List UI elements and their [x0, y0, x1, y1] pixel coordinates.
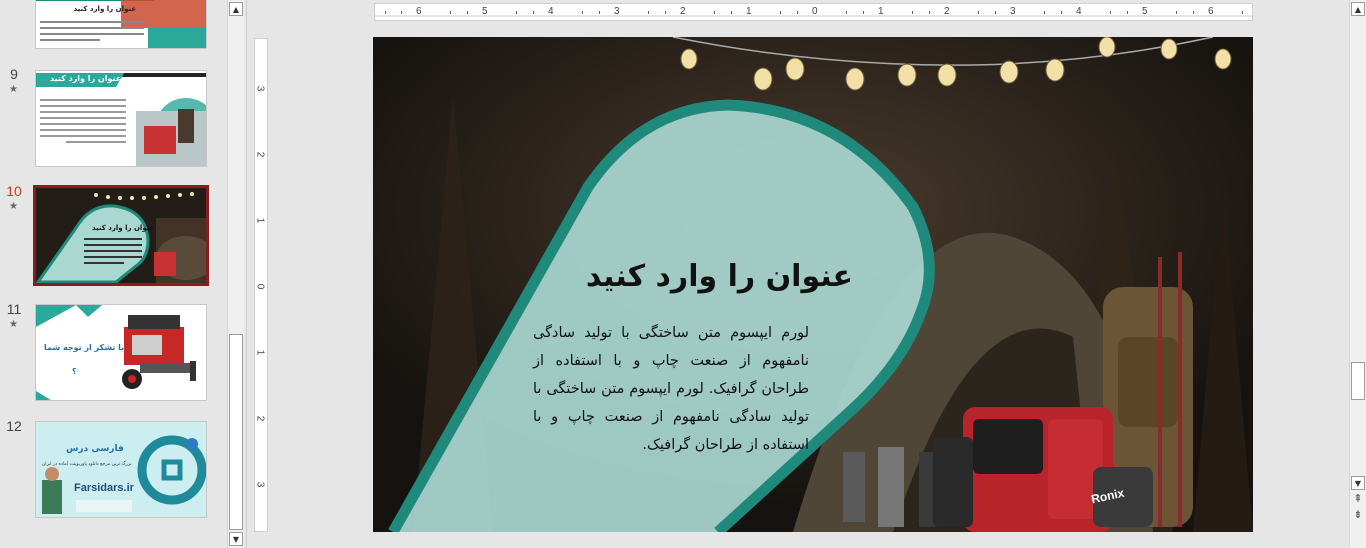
slide-number: 11 [6, 301, 22, 317]
scroll-up-icon: ▲ [232, 4, 240, 14]
scroll-up-icon: ▲ [1354, 4, 1362, 14]
ruler-label: 6 [416, 6, 422, 17]
ruler-label: 4 [1076, 6, 1082, 17]
thumbnail-9-graphic [36, 71, 206, 166]
slide-thumbnail-pane: عنوان را وارد کنید 9 ★ عنوان را وارد کنی… [0, 0, 227, 548]
thumbnail-scrollbar[interactable]: ▲ ▼ [227, 0, 244, 548]
ruler-label: 3 [254, 85, 266, 92]
thumbnail-12-graphic [36, 422, 206, 517]
editor-scrollbar-handle[interactable] [1351, 362, 1365, 400]
editor-scroll-down-button[interactable]: ▼ [1351, 476, 1365, 490]
current-slide[interactable]: Ronix عنوان را وارد کنید لورم ایپسوم متن… [373, 37, 1253, 532]
slide-number: 10 [6, 183, 22, 199]
scroll-down-icon: ▼ [232, 534, 240, 544]
animation-star-icon: ★ [9, 84, 18, 95]
ruler-label: 5 [1142, 6, 1148, 17]
editor-scroll-up-button[interactable]: ▲ [1351, 2, 1365, 16]
slide-thumbnail-8[interactable]: عنوان را وارد کنید [35, 0, 207, 49]
ruler-label: 0 [254, 283, 266, 290]
ruler-label: 4 [548, 6, 554, 17]
ruler-label: 2 [680, 6, 686, 17]
ruler-label: 1 [254, 217, 266, 224]
thumbnail-10-graphic [36, 188, 206, 283]
slide-thumbnail-12[interactable]: فارسی درس بزرگ ترین مرجع دانلود پاورپوین… [35, 421, 207, 518]
animation-star-icon: ★ [9, 319, 18, 330]
ruler-label: 2 [944, 6, 950, 17]
ruler-label: 1 [746, 6, 752, 17]
ruler-label: 3 [1010, 6, 1016, 17]
thumbnail-8-title: عنوان را وارد کنید [73, 5, 136, 13]
ruler-label: 1 [878, 6, 884, 17]
slide-title[interactable]: عنوان را وارد کنید [586, 259, 853, 294]
slide-thumbnail-11[interactable]: با تشکر از توجه شما ؟ [35, 304, 207, 401]
ruler-label: 2 [254, 415, 266, 422]
ruler-label: 3 [254, 481, 266, 488]
presentation-editor: عنوان را وارد کنید 9 ★ عنوان را وارد کنی… [0, 0, 1366, 548]
thumbnail-11-title: با تشکر از توجه شما [44, 343, 125, 352]
ruler-label: 1 [254, 349, 266, 356]
thumbnail-11-graphic [36, 305, 206, 400]
slide-thumbnail-9[interactable]: عنوان را وارد کنید [35, 70, 207, 167]
thumbnail-scrollbar-handle[interactable] [229, 334, 243, 530]
scroll-down-button[interactable]: ▼ [229, 532, 243, 546]
ruler-label: 3 [614, 6, 620, 17]
slide-number: 9 [10, 66, 18, 82]
slide-body-text[interactable]: لورم ایپسوم متن ساختگی با تولید سادگی نا… [533, 319, 809, 459]
slide-thumbnail-10[interactable]: عنوان را وارد کنید [33, 185, 209, 286]
horizontal-ruler[interactable]: 6 5 4 3 2 1 0 1 2 3 4 5 6 [374, 3, 1254, 21]
editor-scrollbar[interactable]: ▲ ▼ ⇞ ⇟ [1349, 0, 1366, 548]
thumbnail-12-tagline: بزرگ ترین مرجع دانلود پاورپوینت آماده در… [42, 462, 132, 467]
ruler-label: 2 [254, 151, 266, 158]
previous-slide-icon[interactable]: ⇞ [1352, 492, 1364, 506]
ruler-label: 0 [812, 6, 818, 17]
next-slide-icon[interactable]: ⇟ [1352, 508, 1364, 522]
thumbnail-12-site: Farsidars.ir [74, 482, 134, 494]
thumbnail-11-subtitle: ؟ [72, 367, 77, 376]
slide-number: 12 [6, 418, 22, 434]
thumbnail-9-title: عنوان را وارد کنید [50, 74, 122, 83]
thumbnail-12-brand: فارسی درس [66, 444, 124, 454]
ruler-label: 5 [482, 6, 488, 17]
scroll-down-icon: ▼ [1354, 478, 1362, 488]
vertical-ruler[interactable]: 3 2 1 0 1 2 3 [254, 38, 268, 532]
animation-star-icon: ★ [9, 201, 18, 212]
scroll-up-button[interactable]: ▲ [229, 2, 243, 16]
thumbnail-10-title: عنوان را وارد کنید [92, 224, 155, 232]
ruler-label: 6 [1208, 6, 1214, 17]
